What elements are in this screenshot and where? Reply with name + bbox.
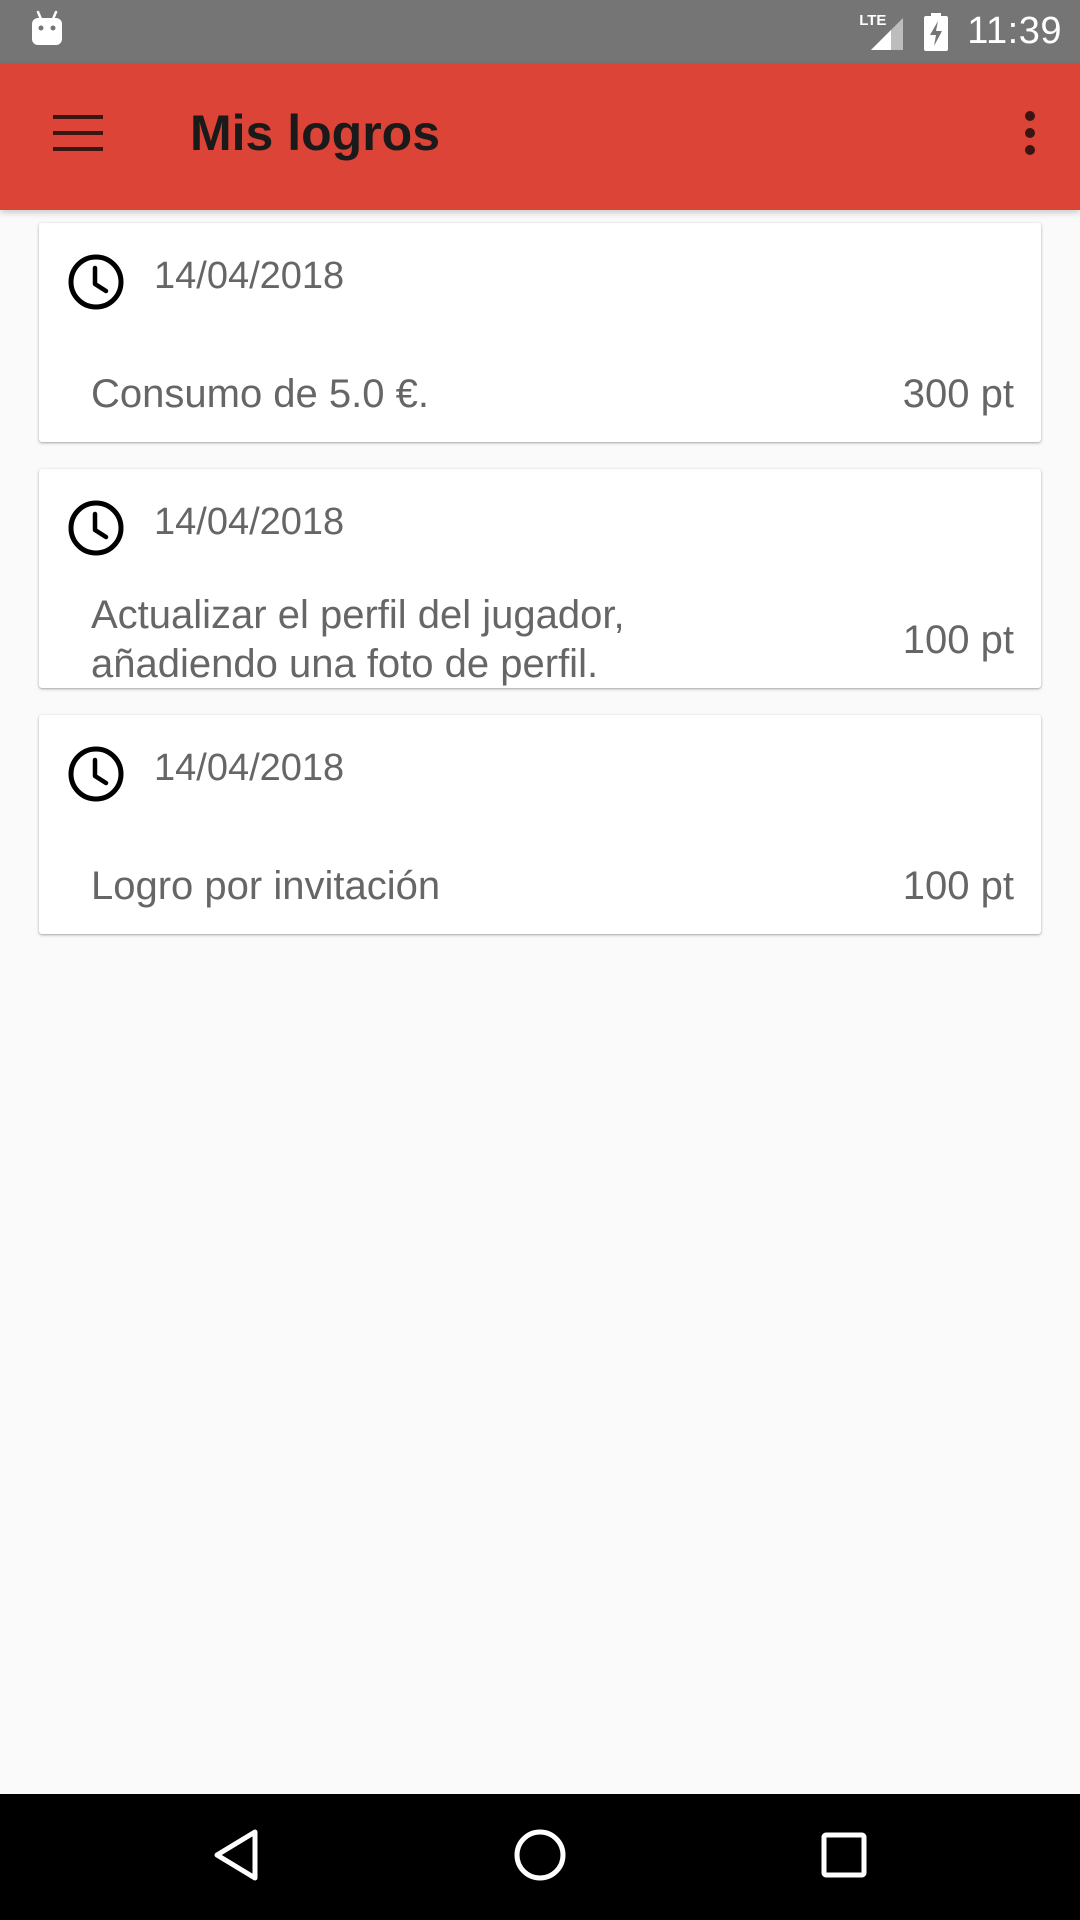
home-button[interactable]	[500, 1817, 580, 1897]
achievements-list: 14/04/2018 Consumo de 5.0 €. 300 pt 14/0…	[39, 223, 1041, 961]
achievement-description: Actualizar el perfil del jugador, añadie…	[91, 593, 625, 686]
app-bar: Mis logros	[0, 63, 1080, 210]
clock-icon	[68, 746, 124, 802]
status-bar: LTE 11:39	[0, 0, 1080, 63]
android-debug-icon	[30, 10, 64, 50]
achievement-card[interactable]: 14/04/2018 Actualizar el perfil del juga…	[39, 469, 1041, 688]
clock-icon	[68, 254, 124, 310]
back-triangle-icon	[211, 1828, 261, 1887]
recents-button[interactable]	[804, 1817, 884, 1897]
overflow-menu-button[interactable]	[994, 87, 1066, 183]
achievement-points: 100 pt	[902, 863, 1014, 908]
achievement-date: 14/04/2018	[154, 747, 345, 789]
menu-button[interactable]	[30, 87, 126, 183]
system-nav-bar	[0, 1794, 1080, 1920]
menu-icon	[53, 114, 103, 156]
status-time: 11:39	[967, 10, 1062, 52]
page-title: Mis logros	[190, 105, 441, 161]
signal-icon: LTE	[859, 12, 905, 52]
recents-square-icon	[820, 1831, 868, 1884]
achievement-description: Logro por invitación	[91, 863, 441, 908]
status-icons: LTE 11:39	[859, 0, 1062, 63]
battery-charging-icon	[923, 12, 949, 52]
achievement-card[interactable]: 14/04/2018 Logro por invitación 100 pt	[39, 715, 1041, 934]
achievement-date: 14/04/2018	[154, 501, 345, 543]
achievement-points: 100 pt	[902, 617, 1014, 662]
achievement-points: 300 pt	[902, 371, 1014, 416]
achievement-date: 14/04/2018	[154, 255, 345, 297]
home-circle-icon	[513, 1828, 567, 1887]
more-vert-icon	[1024, 110, 1036, 160]
achievement-description: Consumo de 5.0 €.	[91, 371, 429, 416]
achievement-card[interactable]: 14/04/2018 Consumo de 5.0 €. 300 pt	[39, 223, 1041, 442]
clock-icon	[68, 500, 124, 556]
back-button[interactable]	[196, 1817, 276, 1897]
